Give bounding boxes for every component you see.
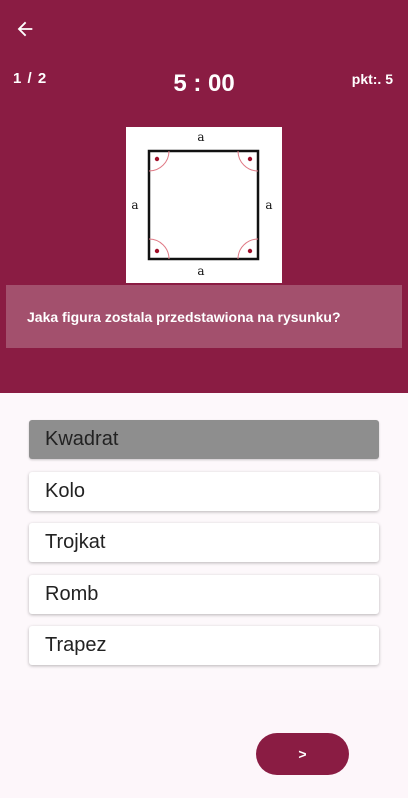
back-button[interactable] — [10, 14, 40, 44]
answer-label: Trojkat — [45, 531, 106, 553]
question-text: Jaka figura zostala przedstawiona na rys… — [27, 308, 341, 325]
answer-option-kwadrat[interactable]: Kwadrat — [29, 420, 379, 459]
answer-label: Trapez — [45, 634, 107, 656]
answer-option-trojkat[interactable]: Trojkat — [29, 523, 379, 562]
side-label-right: a — [265, 198, 272, 212]
side-label-top: a — [197, 130, 204, 144]
question-box: Jaka figura zostala przedstawiona na rys… — [6, 285, 402, 348]
next-button[interactable]: > — [256, 733, 349, 775]
quiz-header: 1 / 2 5 : 00 pkt:. 5 a a a a Jaka figura… — [0, 0, 408, 393]
answer-option-kolo[interactable]: Kolo — [29, 471, 379, 511]
answer-list: Kwadrat Kolo Trojkat Romb Trapez — [29, 420, 379, 678]
question-figure: a a a a — [126, 127, 282, 283]
points-label: pkt:. 5 — [351, 71, 393, 87]
countdown-timer: 5 : 00 — [173, 70, 235, 97]
square-diagram: a a a a — [131, 130, 272, 278]
answer-option-romb[interactable]: Romb — [29, 574, 379, 614]
side-label-bottom: a — [197, 264, 204, 278]
side-label-left: a — [131, 198, 138, 212]
answer-label: Kolo — [45, 479, 86, 502]
answer-label: Kwadrat — [45, 428, 119, 450]
answer-label: Romb — [45, 582, 99, 605]
next-button-label: > — [298, 746, 307, 762]
arrow-left-icon — [17, 21, 33, 37]
answer-option-trapez[interactable]: Trapez — [29, 626, 379, 665]
